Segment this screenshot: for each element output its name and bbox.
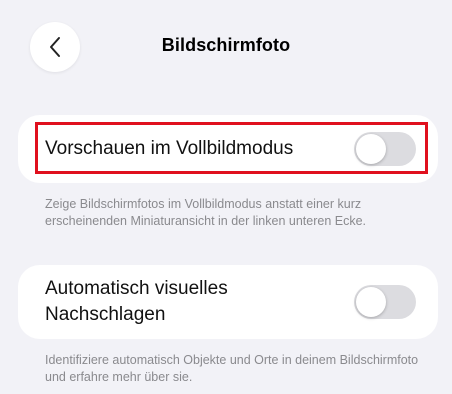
setting-label: Vorschauen im Vollbildmodus [45, 138, 294, 159]
visual-lookup-toggle[interactable] [354, 285, 416, 319]
setting-visual-lookup-row[interactable]: Automatisch visuelles Nachschlagen [18, 265, 438, 339]
fullscreen-preview-toggle[interactable] [354, 132, 416, 166]
setting-description: Zeige Bildschirmfotos im Vollbildmodus a… [45, 197, 367, 228]
setting-label: Automatisch visuelles Nachschlagen [45, 278, 228, 325]
setting-fullscreen-preview-row[interactable]: Vorschauen im Vollbildmodus [18, 115, 438, 183]
page-title: Bildschirmfoto [161, 35, 291, 55]
setting-description: Identifiziere automatisch Objekte und Or… [45, 353, 419, 384]
